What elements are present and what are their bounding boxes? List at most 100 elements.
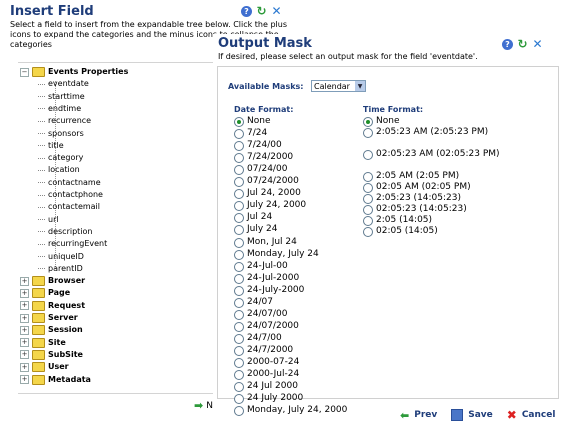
- radio-button[interactable]: [234, 249, 244, 260]
- date-format-option[interactable]: Jul 24: [234, 212, 272, 224]
- refresh-icon[interactable]: ↻: [256, 5, 267, 17]
- date-format-option[interactable]: 24-Jul-00: [234, 261, 288, 272]
- radio-button[interactable]: [363, 194, 373, 204]
- radio-button[interactable]: [234, 309, 244, 320]
- date-format-option[interactable]: 24/07/2000: [234, 321, 299, 332]
- date-format-option[interactable]: 7/24/2000: [234, 152, 293, 164]
- time-format-option[interactable]: 2:05:23 (14:05:23): [363, 193, 506, 204]
- tree-category-browser[interactable]: + Browser: [20, 275, 85, 287]
- radio-button[interactable]: [363, 205, 373, 215]
- date-format-option[interactable]: 24 July 2000: [234, 393, 303, 405]
- tree-field-recurrence[interactable]: recurrence: [38, 115, 91, 127]
- radio-button[interactable]: [234, 370, 244, 381]
- date-format-option[interactable]: July 24, 2000: [234, 200, 306, 212]
- close-icon[interactable]: ✕: [532, 38, 543, 50]
- date-format-option[interactable]: 24/07: [234, 297, 273, 308]
- tree-category-session[interactable]: + Session: [20, 324, 83, 336]
- tree-field-parentid[interactable]: parentID: [38, 263, 83, 275]
- date-format-option[interactable]: 24/7/00: [234, 333, 282, 344]
- date-format-option[interactable]: Monday, July 24, 2000: [234, 405, 347, 417]
- radio-button[interactable]: [234, 117, 244, 127]
- radio-button[interactable]: [363, 183, 373, 193]
- plus-icon[interactable]: +: [20, 350, 29, 360]
- date-format-option[interactable]: 24/7/2000: [234, 345, 293, 356]
- save-button[interactable]: Save: [451, 409, 493, 421]
- radio-button[interactable]: [234, 213, 244, 224]
- tree-field-location[interactable]: location: [38, 164, 80, 176]
- plus-icon[interactable]: +: [20, 313, 29, 323]
- minus-icon[interactable]: −: [20, 67, 29, 77]
- radio-button[interactable]: [363, 117, 373, 127]
- tree-field-description[interactable]: description: [38, 226, 92, 238]
- next-button[interactable]: ➡ N: [194, 399, 213, 412]
- radio-button[interactable]: [234, 153, 244, 164]
- prev-button[interactable]: ⬅ Prev: [400, 409, 437, 422]
- radio-button[interactable]: [234, 165, 244, 176]
- tree-field-uniqueid[interactable]: uniqueID: [38, 251, 84, 263]
- date-format-option[interactable]: None: [234, 116, 270, 127]
- time-format-option[interactable]: 02:05 AM (02:05 PM): [363, 182, 506, 193]
- tree-category-metadata[interactable]: + Metadata: [20, 374, 91, 386]
- radio-button[interactable]: [363, 227, 373, 237]
- tree-field-title[interactable]: title: [38, 140, 64, 152]
- radio-button[interactable]: [234, 129, 244, 140]
- plus-icon[interactable]: +: [20, 338, 29, 348]
- tree-category-user[interactable]: + User: [20, 361, 69, 373]
- date-format-option[interactable]: 24-July-2000: [234, 285, 304, 296]
- radio-button[interactable]: [234, 406, 244, 417]
- refresh-icon[interactable]: ↻: [517, 38, 528, 50]
- radio-button[interactable]: [363, 216, 373, 226]
- date-format-option[interactable]: 24-Jul-2000: [234, 273, 299, 284]
- radio-button[interactable]: [234, 382, 244, 393]
- date-format-option[interactable]: 2000-07-24: [234, 357, 299, 368]
- close-icon[interactable]: ✕: [271, 5, 282, 17]
- tree-category-page[interactable]: + Page: [20, 287, 70, 299]
- radio-button[interactable]: [234, 358, 244, 368]
- radio-button[interactable]: [234, 261, 244, 272]
- radio-button[interactable]: [363, 128, 373, 138]
- radio-button[interactable]: [234, 237, 244, 248]
- plus-icon[interactable]: +: [20, 301, 29, 311]
- radio-button[interactable]: [234, 285, 244, 296]
- time-format-option[interactable]: 2:05 (14:05): [363, 215, 506, 226]
- date-format-option[interactable]: 7/24/00: [234, 140, 282, 152]
- plus-icon[interactable]: +: [20, 375, 29, 384]
- tree-field-recurringevent[interactable]: recurringEvent: [38, 238, 107, 250]
- radio-button[interactable]: [234, 321, 244, 332]
- radio-button[interactable]: [234, 141, 244, 152]
- tree-field-contactname[interactable]: contactname: [38, 177, 101, 189]
- time-format-option[interactable]: 02:05 (14:05): [363, 226, 506, 237]
- tree-category-request[interactable]: + Request: [20, 300, 85, 312]
- radio-button[interactable]: [234, 345, 244, 356]
- date-format-option[interactable]: July 24: [234, 224, 278, 236]
- date-format-option[interactable]: 2000-Jul-24: [234, 369, 299, 381]
- radio-button[interactable]: [234, 189, 244, 200]
- tree-field-contactemail[interactable]: contactemail: [38, 201, 100, 213]
- radio-button[interactable]: [234, 201, 244, 212]
- time-format-option[interactable]: 02:05:23 AM (02:05:23 PM): [363, 149, 506, 160]
- plus-icon[interactable]: +: [20, 325, 29, 335]
- date-format-option[interactable]: Jul 24, 2000: [234, 188, 301, 200]
- cancel-button[interactable]: ✖ Cancel: [507, 408, 556, 422]
- tree-field-endtime[interactable]: endtime: [38, 103, 81, 115]
- date-format-option[interactable]: 7/24: [234, 128, 267, 140]
- tree-field-starttime[interactable]: starttime: [38, 91, 85, 103]
- tree-field-sponsors[interactable]: sponsors: [38, 128, 84, 140]
- radio-button[interactable]: [234, 297, 244, 308]
- radio-button[interactable]: [234, 333, 244, 344]
- chevron-down-icon[interactable]: ▼: [355, 81, 365, 91]
- radio-button[interactable]: [363, 172, 373, 182]
- time-format-option[interactable]: 02:05:23 (14:05:23): [363, 204, 506, 215]
- radio-button[interactable]: [234, 225, 244, 236]
- time-format-option[interactable]: None: [363, 116, 506, 127]
- tree-field-url[interactable]: url: [38, 214, 59, 226]
- radio-button[interactable]: [234, 273, 244, 284]
- radio-button[interactable]: [363, 150, 373, 160]
- date-format-option[interactable]: 07/24/00: [234, 164, 287, 176]
- radio-button[interactable]: [234, 177, 244, 188]
- tree-field-eventdate[interactable]: eventdate: [38, 78, 89, 90]
- date-format-option[interactable]: Monday, July 24: [234, 249, 319, 260]
- tree-category-subsite[interactable]: + SubSite: [20, 349, 83, 361]
- date-format-option[interactable]: Mon, Jul 24: [234, 237, 297, 248]
- tree-field-contactphone[interactable]: contactphone: [38, 189, 103, 201]
